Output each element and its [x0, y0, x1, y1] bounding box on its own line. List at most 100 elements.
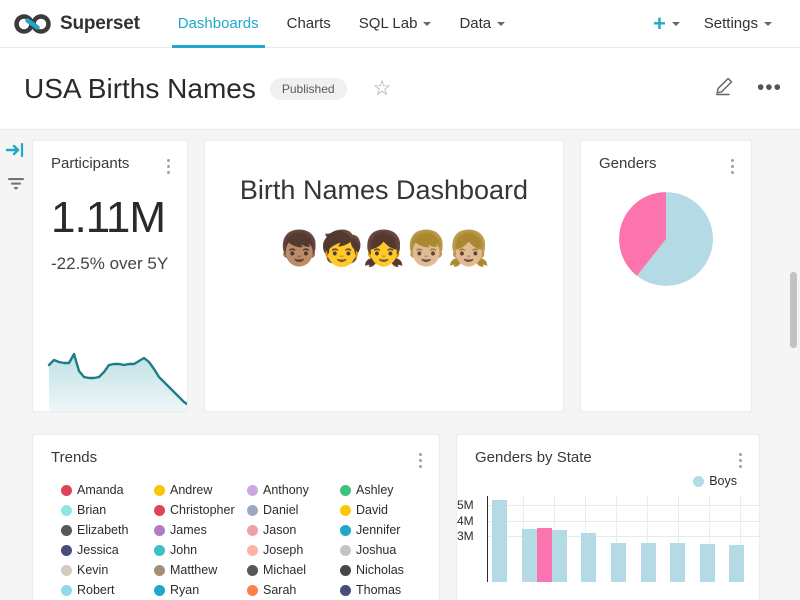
- legend-item[interactable]: James: [154, 520, 243, 540]
- new-item-button[interactable]: +: [643, 13, 690, 35]
- sparkline-chart: [47, 349, 188, 411]
- legend-item[interactable]: Andrew: [154, 480, 243, 500]
- bar-group[interactable]: [552, 530, 582, 582]
- chevron-down-icon: [423, 22, 431, 26]
- nav-item-sql-lab[interactable]: SQL Lab: [345, 0, 446, 48]
- nav-item-data[interactable]: Data: [445, 0, 519, 48]
- bar-girls[interactable]: [537, 528, 552, 582]
- children-emoji: 👦🏽🧒👧👦🏼👧🏼: [278, 232, 490, 266]
- bar-boys[interactable]: [581, 533, 596, 582]
- nav-item-dashboards-label: Dashboards: [178, 15, 259, 32]
- legend-item[interactable]: Joshua: [340, 540, 429, 560]
- legend-label-boys: Boys: [709, 474, 737, 488]
- legend-item[interactable]: Christopher: [154, 500, 243, 520]
- vertical-scrollbar-track[interactable]: [790, 132, 799, 600]
- nav-item-settings[interactable]: Settings: [690, 0, 786, 48]
- legend-swatch: [340, 545, 351, 556]
- pie-chart-genders[interactable]: [615, 188, 717, 290]
- legend-item[interactable]: Ashley: [340, 480, 429, 500]
- bar-boys[interactable]: [641, 543, 656, 582]
- markdown-card-birth-names[interactable]: Birth Names Dashboard 👦🏽🧒👧👦🏼👧🏼: [204, 140, 564, 412]
- legend-item[interactable]: Jason: [247, 520, 336, 540]
- card-menu-button[interactable]: [413, 449, 427, 468]
- legend-label: Jennifer: [356, 523, 400, 537]
- bar-group[interactable]: [522, 528, 552, 582]
- legend-swatch: [340, 565, 351, 576]
- bar-boys[interactable]: [611, 543, 626, 582]
- bar-group[interactable]: [670, 543, 700, 582]
- legend-swatch-boys: [693, 476, 704, 487]
- nav-item-charts[interactable]: Charts: [273, 0, 345, 48]
- legend-item[interactable]: Jennifer: [340, 520, 429, 540]
- bar-boys[interactable]: [700, 544, 715, 582]
- legend-item[interactable]: Anthony: [247, 480, 336, 500]
- legend-label: Ryan: [170, 583, 199, 597]
- chart-legend-genders-by-state[interactable]: Boys: [457, 468, 759, 488]
- bar-group[interactable]: [700, 544, 730, 582]
- legend-item[interactable]: Jessica: [61, 540, 150, 560]
- legend-item[interactable]: Sarah: [247, 580, 336, 600]
- markdown-title: Birth Names Dashboard: [240, 175, 528, 206]
- legend-label: Jessica: [77, 543, 119, 557]
- edit-dashboard-button[interactable]: [713, 75, 735, 102]
- bar-series-container: [488, 496, 759, 582]
- dashboard-grid: Participants 1.11M -22.5% over 5Y: [32, 130, 792, 600]
- legend-item[interactable]: Robert: [61, 580, 150, 600]
- bar-boys[interactable]: [492, 500, 507, 582]
- legend-label: James: [170, 523, 207, 537]
- nav-item-dashboards[interactable]: Dashboards: [164, 0, 273, 48]
- bar-group[interactable]: [492, 500, 522, 582]
- legend-label: Ashley: [356, 483, 394, 497]
- vertical-scrollbar-thumb[interactable]: [790, 272, 797, 348]
- dashboard-header: USA Births Names Published ☆ •••: [0, 48, 800, 130]
- bar-group[interactable]: [729, 545, 759, 582]
- nav-item-sql-lab-label: SQL Lab: [359, 15, 418, 32]
- legend-item[interactable]: Nicholas: [340, 560, 429, 580]
- favorite-star-icon[interactable]: ☆: [373, 78, 392, 99]
- chart-card-trends[interactable]: Trends AmandaAndrewAnthony Ashley Brian Chr…: [32, 434, 440, 600]
- legend-swatch: [340, 525, 351, 536]
- legend-item[interactable]: Michael: [247, 560, 336, 580]
- bar-boys[interactable]: [552, 530, 567, 582]
- bar-group[interactable]: [581, 533, 611, 582]
- bar-boys[interactable]: [670, 543, 685, 582]
- filter-button[interactable]: [5, 176, 27, 196]
- legend-item[interactable]: Kevin: [61, 560, 150, 580]
- legend-item[interactable]: Amanda: [61, 480, 150, 500]
- legend-swatch: [154, 565, 165, 576]
- status-badge[interactable]: Published: [270, 78, 347, 100]
- chart-card-participants[interactable]: Participants 1.11M -22.5% over 5Y: [32, 140, 188, 412]
- bar-group[interactable]: [611, 543, 641, 582]
- legend-item[interactable]: Thomas: [340, 580, 429, 600]
- card-menu-button[interactable]: [725, 155, 739, 174]
- card-title: Genders: [599, 155, 657, 172]
- legend-swatch: [154, 485, 165, 496]
- dashboard-more-options-button[interactable]: •••: [757, 82, 782, 95]
- chart-card-genders[interactable]: Genders: [580, 140, 752, 412]
- card-menu-button[interactable]: [161, 155, 175, 174]
- bar-group[interactable]: [641, 543, 671, 582]
- legend-item[interactable]: Brian: [61, 500, 150, 520]
- card-menu-button[interactable]: [733, 449, 747, 468]
- legend-item[interactable]: David: [340, 500, 429, 520]
- legend-label: Matthew: [170, 563, 217, 577]
- legend-label: David: [356, 503, 388, 517]
- brand-home-link[interactable]: Superset: [0, 13, 146, 35]
- card-title: Genders by State: [475, 449, 592, 466]
- legend-item[interactable]: John: [154, 540, 243, 560]
- legend-item[interactable]: Joseph: [247, 540, 336, 560]
- legend-label: Kevin: [77, 563, 108, 577]
- legend-item[interactable]: Ryan: [154, 580, 243, 600]
- expand-filter-bar-button[interactable]: [5, 142, 27, 162]
- legend-label: Christopher: [170, 503, 235, 517]
- legend-item[interactable]: Elizabeth: [61, 520, 150, 540]
- legend-swatch: [340, 485, 351, 496]
- legend-swatch: [154, 545, 165, 556]
- card-title: Trends: [51, 449, 97, 466]
- bar-boys[interactable]: [522, 529, 537, 582]
- legend-item[interactable]: Matthew: [154, 560, 243, 580]
- bar-boys[interactable]: [729, 545, 744, 582]
- chart-card-genders-by-state[interactable]: Genders by State Boys 5M4M3M: [456, 434, 760, 600]
- legend-item[interactable]: Daniel: [247, 500, 336, 520]
- legend-label: Joseph: [263, 543, 303, 557]
